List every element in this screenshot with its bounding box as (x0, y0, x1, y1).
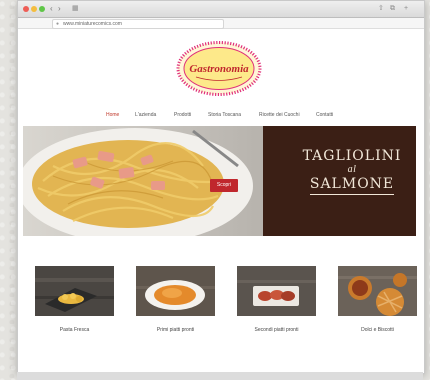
product-card-secondi-piatti[interactable]: Secondi piatti pronti (237, 266, 316, 333)
hero-title-underline (310, 194, 394, 195)
slider-pagination[interactable] (233, 226, 269, 236)
close-window-button[interactable] (23, 6, 29, 12)
nav-item-azienda[interactable]: L'azienda (135, 111, 156, 119)
zoom-window-button[interactable] (39, 6, 45, 12)
hero-title-line3: SALMONE (309, 176, 395, 192)
product-card-primi-piatti[interactable]: Primi piatti pronti (136, 266, 215, 333)
tabs-icon[interactable]: ⧉ (390, 4, 395, 14)
discover-button[interactable]: Scopri (210, 179, 238, 192)
new-tab-icon[interactable]: + (404, 4, 408, 14)
product-label: Secondi piatti pronti (254, 327, 299, 333)
product-label: Pasta Fresca (59, 327, 90, 333)
hero-slider[interactable]: Scopri TAGLIOLINI al SALMONE (23, 126, 416, 236)
primi-piatti-image (136, 266, 215, 316)
product-label: Primi piatti pronti (156, 327, 195, 333)
bottom-edge (17, 372, 423, 380)
hero-title-line1: TAGLIOLINI (302, 148, 402, 164)
sidebar-icon[interactable]: ▦ (72, 4, 79, 14)
secondi-piatti-image (237, 266, 316, 316)
hero-title: TAGLIOLINI al SALMONE (302, 148, 402, 195)
product-categories: Pasta Fresca Primi piatti pronti Secondi (18, 266, 424, 336)
globe-icon: ● (56, 21, 60, 27)
dolci-image (338, 266, 417, 316)
share-icon[interactable]: ⇧ (378, 4, 384, 14)
product-label: Dolci e Biscotti (361, 327, 394, 333)
logo-text: Gastronomia (189, 63, 249, 75)
hero-title-line2: al (347, 164, 357, 175)
main-navigation: Home L'azienda Prodotti Storia Toscana R… (18, 111, 424, 121)
product-card-dolci[interactable]: Dolci e Biscotti (338, 266, 417, 333)
nav-item-contatti[interactable]: Contatti (316, 111, 333, 119)
product-card-pasta-fresca[interactable]: Pasta Fresca (35, 266, 114, 333)
address-bar-row: ● www.miniaturecomics.com (18, 18, 424, 29)
minimize-window-button[interactable] (31, 6, 37, 12)
pasta-fresca-image (35, 266, 114, 316)
address-bar-url: www.miniaturecomics.com (63, 21, 122, 27)
chevron-left-icon[interactable]: ‹ (50, 4, 53, 14)
nav-item-prodotti[interactable]: Prodotti (174, 111, 191, 119)
browser-toolbar: ‹ › ▦ ⇧ ⧉ + (18, 1, 424, 18)
browser-window: ‹ › ▦ ⇧ ⧉ + ● www.miniaturecomics.com Ga… (17, 0, 425, 374)
chevron-right-icon[interactable]: › (58, 4, 61, 14)
site-logo[interactable]: Gastronomia (176, 40, 262, 97)
nav-item-ricette[interactable]: Ricette dei Cuochi (259, 111, 300, 119)
nav-item-home[interactable]: Home (106, 111, 119, 119)
address-bar[interactable]: ● www.miniaturecomics.com (52, 19, 224, 29)
nav-item-storia-toscana[interactable]: Storia Toscana (208, 111, 241, 119)
